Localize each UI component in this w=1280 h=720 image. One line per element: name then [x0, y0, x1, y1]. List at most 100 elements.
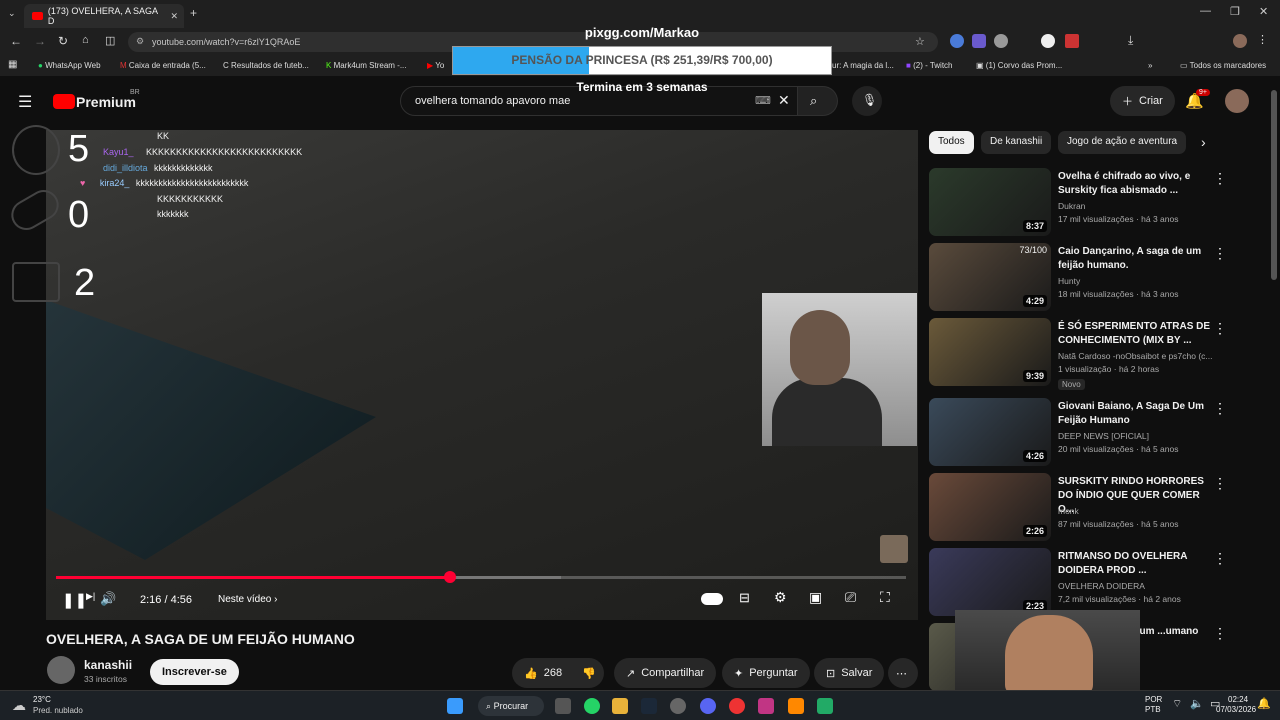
pause-icon[interactable]: ❚❚ — [62, 591, 87, 609]
task-view-icon[interactable] — [555, 698, 571, 714]
recommendation-title[interactable]: SURSKITY RINDO HORRORES DO ÍNDIO QUE QUE… — [1058, 475, 1213, 517]
bookmark-item[interactable]: ■ (2) - Twitch — [906, 61, 953, 70]
recommendation-item[interactable]: 73/100 4:29 Caio Dançarino, A saga de um f… — [929, 243, 1279, 313]
recommendation-channel[interactable]: monk — [1058, 506, 1079, 516]
recommendation-item[interactable]: 2:23 RITMANSO DO OVELHERA DOIDERA PROD ..… — [929, 548, 1279, 618]
weather-temp[interactable]: 23°C — [33, 695, 51, 704]
cast-icon[interactable]: ⎚ — [845, 589, 856, 606]
chips-next-icon[interactable]: › — [1201, 134, 1206, 150]
bookmark-item[interactable]: K Mark4um Stream -... — [326, 61, 406, 70]
chrome-icon[interactable] — [729, 698, 745, 714]
recommendation-channel[interactable]: OVELHERA DOIDERA — [1058, 581, 1145, 591]
fullscreen-icon[interactable]: ⛶ — [880, 589, 890, 606]
file-explorer-icon[interactable] — [612, 698, 628, 714]
more-options-icon[interactable]: ⋮ — [1213, 320, 1227, 337]
clock-time[interactable]: 02:24 — [1228, 695, 1248, 704]
bookmark-item[interactable]: ▶ Yo — [427, 61, 444, 70]
autoplay-toggle[interactable] — [701, 593, 723, 605]
close-window-icon[interactable]: ✕ — [1259, 5, 1268, 18]
recommendation-channel[interactable]: Hunty — [1058, 276, 1080, 286]
forward-icon[interactable]: → — [34, 34, 46, 48]
bookmark-item[interactable]: M Caixa de entrada (5... — [120, 61, 206, 70]
steam-icon[interactable] — [641, 698, 657, 714]
apps-icon[interactable]: ▦ — [8, 59, 17, 70]
like-count[interactable]: 268 — [544, 667, 562, 679]
recommendation-item[interactable]: 9:39 É SÓ ESPERIMENTO ATRAS DE CONHECIMEN… — [929, 318, 1279, 390]
recommendation-channel[interactable]: Dukran — [1058, 201, 1085, 211]
save-button[interactable]: ⊡ Salvar — [814, 658, 885, 688]
channel-name[interactable]: kanashii — [84, 658, 132, 672]
recommendation-title[interactable]: RITMANSO DO OVELHERA DOIDERA PROD ... — [1058, 550, 1213, 578]
volume-icon[interactable]: 🔊 — [100, 591, 116, 607]
instagram-icon[interactable] — [758, 698, 774, 714]
profile-avatar[interactable] — [1233, 34, 1247, 48]
extension-icon[interactable] — [950, 34, 964, 48]
settings-gear-icon[interactable]: ⚙ — [774, 589, 787, 606]
extension-icon[interactable] — [994, 34, 1008, 48]
app-icon[interactable] — [817, 698, 833, 714]
youtube-logo-text[interactable]: Premium — [76, 94, 136, 110]
subscribe-button[interactable]: Inscrever-se — [150, 659, 239, 685]
weather-desc[interactable]: Pred. nublado — [33, 706, 83, 715]
bookmark-item[interactable]: ▣ (1) Corvo das Prom... — [976, 61, 1062, 70]
bookmark-item[interactable]: ● WhatsApp Web — [38, 61, 101, 70]
reload-icon[interactable]: ↻ — [58, 34, 68, 48]
more-options-icon[interactable]: ⋮ — [1213, 550, 1227, 567]
more-options-icon[interactable]: ⋮ — [1213, 625, 1227, 642]
progress-scrubber[interactable] — [444, 571, 456, 583]
youtube-logo-icon[interactable] — [53, 94, 75, 109]
maximize-icon[interactable]: ❐ — [1230, 5, 1240, 18]
more-options-icon[interactable]: ⋮ — [1213, 245, 1227, 262]
recommendation-title[interactable]: Ovelha é chifrado ao vivo, e Surskity fi… — [1058, 170, 1213, 198]
notification-center-icon[interactable]: 🔔 — [1257, 697, 1271, 710]
next-icon[interactable]: ▶| — [86, 591, 95, 602]
soundcloud-icon[interactable] — [788, 698, 804, 714]
recommendation-thumbnail[interactable]: 73/100 4:29 — [929, 243, 1051, 311]
browser-tab[interactable]: (173) OVELHERA, A SAGA D ✕ — [24, 4, 184, 28]
app-icon[interactable] — [670, 698, 686, 714]
recommendation-thumbnail[interactable]: 2:26 — [929, 473, 1051, 541]
share-button[interactable]: ↗ Compartilhar — [614, 658, 717, 688]
extension-icon[interactable] — [1041, 34, 1055, 48]
ask-button[interactable]: ✦ Perguntar — [722, 658, 810, 688]
start-icon[interactable] — [447, 698, 463, 714]
extension-icon[interactable] — [972, 34, 986, 48]
recommendation-thumbnail[interactable]: 9:39 — [929, 318, 1051, 386]
create-button[interactable]: ＋ Criar — [1110, 86, 1175, 116]
recommendation-title[interactable]: Giovani Baiano, A Saga De Um Feijão Huma… — [1058, 400, 1213, 428]
recommendation-channel[interactable]: Natã Cardoso -noObsaibot e ps7cho (c... — [1058, 351, 1213, 361]
chip-category[interactable]: Jogo de ação e aventura — [1058, 131, 1187, 154]
site-info-icon[interactable]: ⚙ — [136, 36, 144, 47]
discord-icon[interactable] — [700, 698, 716, 714]
recommendation-channel[interactable]: DEEP NEWS [OFICIAL] — [1058, 431, 1149, 441]
more-options-icon[interactable]: ⋮ — [1213, 475, 1227, 492]
dislike-icon[interactable]: 👎 — [582, 667, 596, 680]
more-options-icon[interactable]: ⋮ — [1213, 400, 1227, 417]
whatsapp-icon[interactable] — [584, 698, 600, 714]
wifi-icon[interactable]: ⌔ — [1172, 697, 1182, 711]
extension-icon[interactable] — [1065, 34, 1079, 48]
minimize-icon[interactable]: — — [1200, 5, 1211, 17]
browser-menu-icon[interactable]: ⋮ — [1257, 33, 1268, 46]
split-view-icon[interactable]: ◫ — [105, 34, 115, 47]
recommendation-title[interactable]: É SÓ ESPERIMENTO ATRAS DE CONHECIMENTO (… — [1058, 320, 1213, 348]
bookmark-item[interactable]: C Resultados de futeb... — [223, 61, 309, 70]
keyboard-icon[interactable]: ⌨ — [755, 94, 771, 107]
bookmark-item[interactable]: ur: A magia da l... — [832, 61, 894, 70]
chip-all[interactable]: Todos — [929, 131, 974, 154]
miniplayer-icon[interactable]: ▣ — [809, 589, 822, 606]
hamburger-menu-icon[interactable]: ☰ — [18, 92, 32, 112]
home-icon[interactable]: ⌂ — [82, 34, 89, 46]
recommendation-item[interactable]: 2:26 SURSKITY RINDO HORRORES DO ÍNDIO QUE… — [929, 473, 1279, 543]
recommendation-thumbnail[interactable]: 8:37 — [929, 168, 1051, 236]
recommendation-thumbnail[interactable]: 2:23 — [929, 548, 1051, 616]
subtitles-icon[interactable]: ⊟ — [739, 590, 750, 606]
back-icon[interactable]: ← — [10, 34, 22, 48]
tab-list-icon[interactable]: ⌄ — [8, 8, 16, 19]
clock-date[interactable]: 07/03/2026 — [1216, 705, 1256, 714]
account-avatar[interactable] — [1225, 89, 1249, 113]
page-scrollbar[interactable] — [1271, 90, 1277, 280]
all-bookmarks-folder[interactable]: ▭ Todos os marcadores — [1180, 61, 1266, 70]
clear-search-icon[interactable]: ✕ — [778, 92, 790, 109]
taskbar-search[interactable]: ⌕ Procurar — [478, 696, 544, 716]
